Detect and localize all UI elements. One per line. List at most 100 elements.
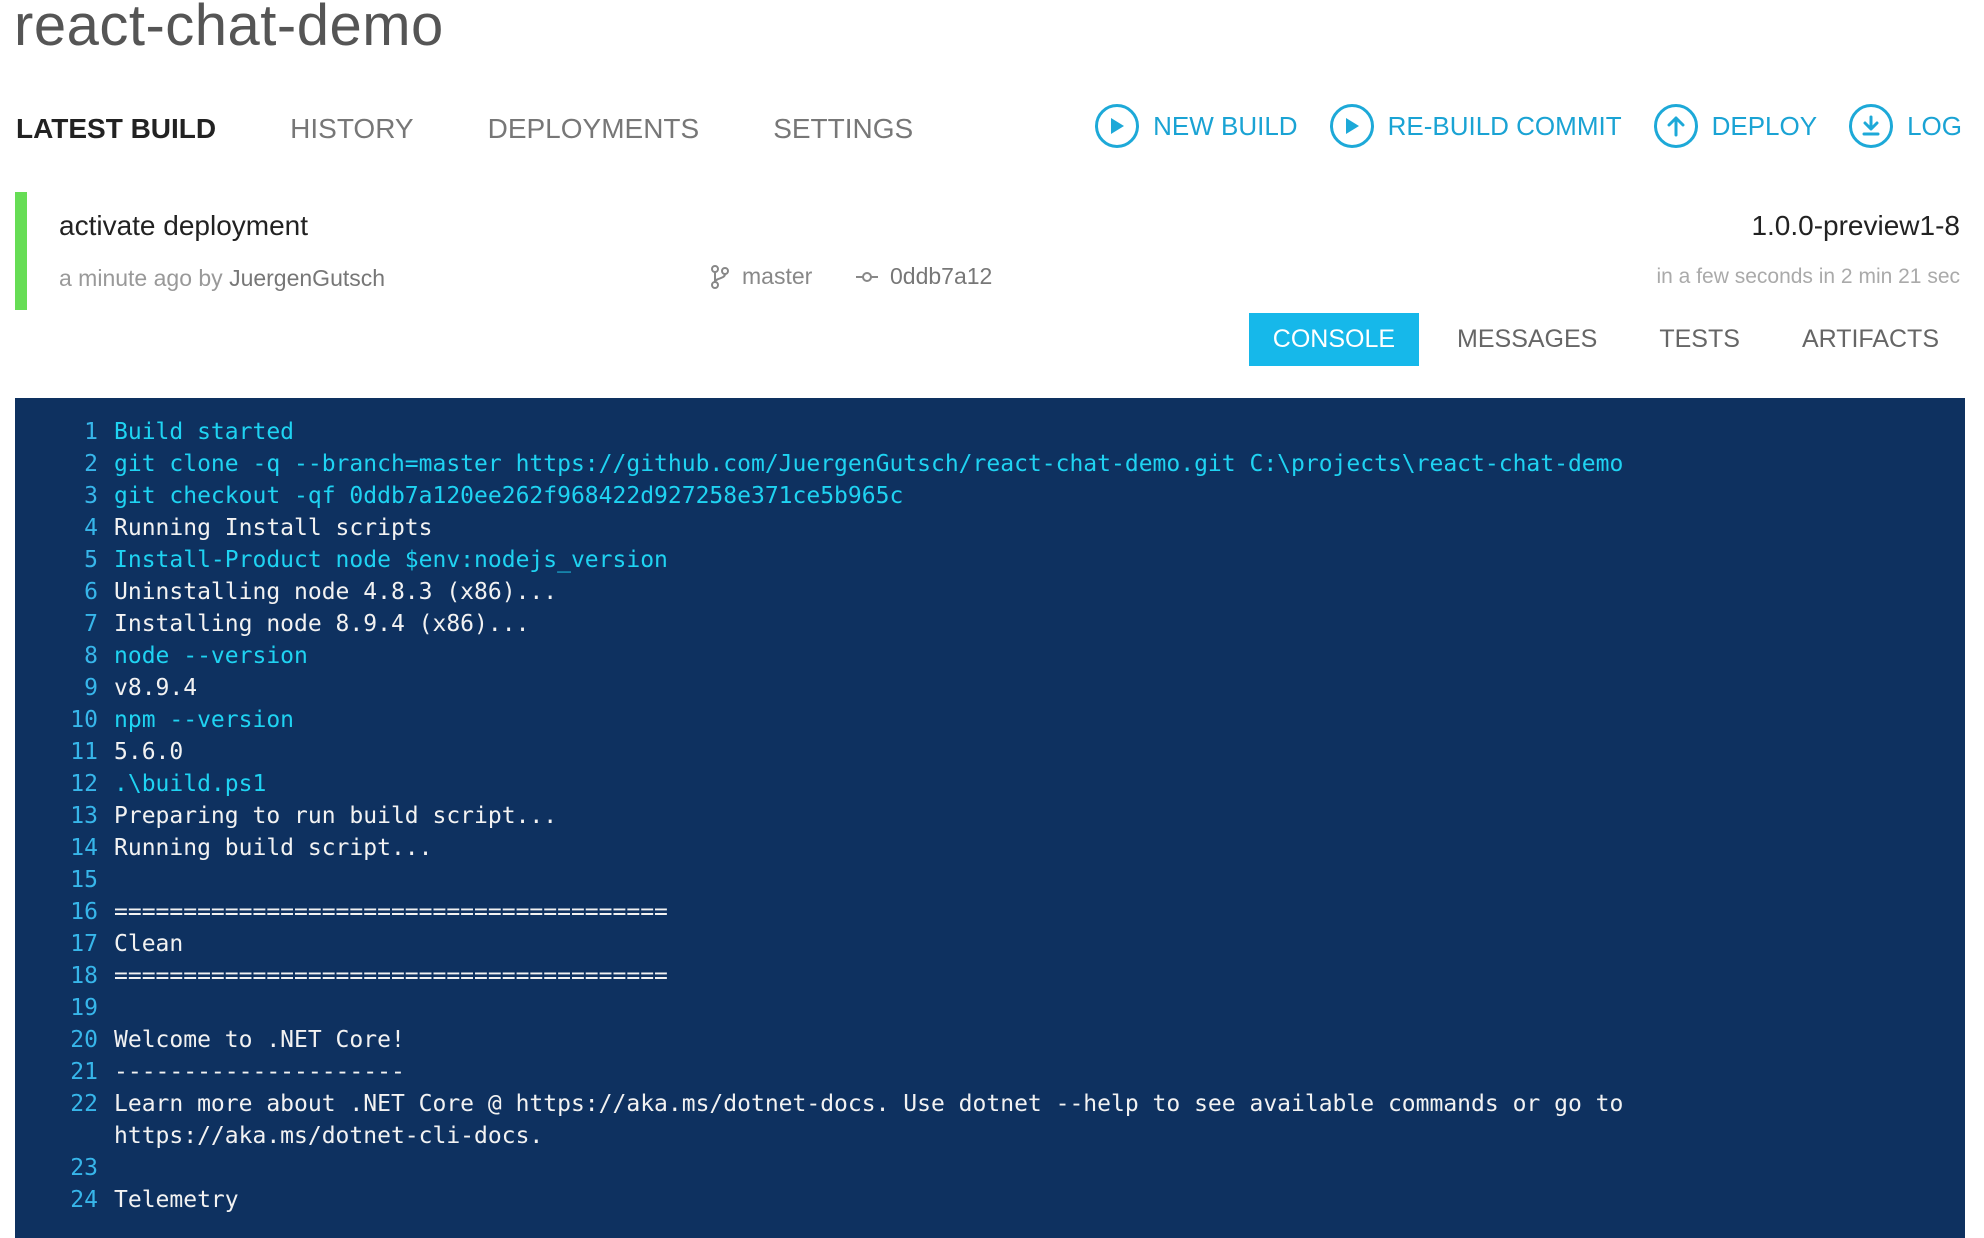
line-number[interactable]: 17	[15, 928, 114, 960]
line-text: Learn more about .NET Core @ https://aka…	[114, 1091, 1624, 1117]
line-number[interactable]: 12	[15, 768, 114, 800]
line-number[interactable]: 10	[15, 704, 114, 736]
commit-id: 0ddb7a12	[890, 263, 993, 289]
tab-console[interactable]: CONSOLE	[1248, 313, 1420, 366]
line-text: Running build script...	[114, 835, 433, 861]
line-number[interactable]: 14	[15, 832, 114, 864]
line-number[interactable]: 6	[15, 576, 114, 608]
line-number[interactable]: 11	[15, 736, 114, 768]
branch-icon	[711, 264, 729, 289]
build-author[interactable]: JuergenGutsch	[229, 265, 385, 291]
line-number[interactable]: 19	[15, 992, 114, 1024]
console-line: 7 Installing node 8.9.4 (x86)...	[15, 608, 1965, 640]
line-number[interactable]: 5	[15, 544, 114, 576]
tab-artifacts[interactable]: ARTIFACTS	[1778, 313, 1963, 366]
line-text: Installing node 8.9.4 (x86)...	[114, 611, 530, 637]
console-line: 21 ---------------------	[15, 1056, 1965, 1088]
line-text: git checkout -qf 0ddb7a120ee262f968422d9…	[114, 483, 904, 509]
console-line: 19	[15, 992, 1965, 1024]
console-line: 18 ======================================…	[15, 960, 1965, 992]
line-number[interactable]: 3	[15, 480, 114, 512]
line-text: ========================================	[114, 963, 668, 989]
console-line: 22 Learn more about .NET Core @ https://a…	[15, 1088, 1965, 1120]
build-duration: in a few seconds in 2 min 21 sec	[1656, 265, 1961, 288]
line-number[interactable]: 23	[15, 1152, 114, 1184]
commit-icon	[856, 271, 878, 282]
line-text: ========================================	[114, 899, 668, 925]
console-line: 6 Uninstalling node 4.8.3 (x86)...	[15, 576, 1965, 608]
build-actions: NEW BUILD RE-BUILD COMMIT DEPLOY LOG	[1063, 104, 1962, 148]
upload-circle-icon	[1653, 104, 1698, 148]
console-line: 14 Running build script...	[15, 832, 1965, 864]
line-number[interactable]: 20	[15, 1024, 114, 1056]
line-number[interactable]: 24	[15, 1184, 114, 1216]
commit-info[interactable]: 0ddb7a12	[856, 263, 992, 290]
line-text: Telemetry	[114, 1187, 239, 1213]
line-text: 5.6.0	[114, 739, 184, 765]
line-number[interactable]: 4	[15, 512, 114, 544]
console-line: 15	[15, 864, 1965, 896]
console-line: 5 Install-Product node $env:nodejs_versio…	[15, 544, 1965, 576]
tab-deployments[interactable]: DEPLOYMENTS	[488, 113, 700, 145]
line-number[interactable]: 8	[15, 640, 114, 672]
line-number[interactable]: 7	[15, 608, 114, 640]
console-line: 8 node --version	[15, 640, 1965, 672]
rebuild-commit-label: RE-BUILD COMMIT	[1387, 110, 1622, 141]
download-circle-icon	[1849, 104, 1894, 148]
line-text: Welcome to .NET Core!	[114, 1027, 405, 1053]
line-text: Uninstalling node 4.8.3 (x86)...	[114, 579, 558, 605]
console-line: 23	[15, 1152, 1965, 1184]
build-status-bar	[15, 192, 27, 310]
main-nav: LATEST BUILD HISTORY DEPLOYMENTS SETTING…	[16, 108, 987, 150]
line-number[interactable]: 22	[15, 1088, 114, 1120]
tab-tests[interactable]: TESTS	[1635, 313, 1764, 366]
project-title: react-chat-demo	[14, 0, 444, 58]
line-text: Build started	[114, 419, 295, 445]
line-text: v8.9.4	[114, 675, 198, 701]
line-text: https://aka.ms/dotnet-cli-docs.	[114, 1123, 544, 1149]
console-line: 17 Clean	[15, 928, 1965, 960]
line-number[interactable]: 18	[15, 960, 114, 992]
log-label: LOG	[1907, 110, 1962, 141]
build-subtabs: CONSOLE MESSAGES TESTS ARTIFACTS	[1235, 313, 1963, 366]
console-line: 13 Preparing to run build script...	[15, 800, 1965, 832]
deploy-button[interactable]: DEPLOY	[1653, 104, 1818, 148]
line-number[interactable]: 21	[15, 1056, 114, 1088]
console-output[interactable]: 1 Build started 2 git clone -q --branch=mas…	[15, 398, 1965, 1238]
line-number[interactable]: 16	[15, 896, 114, 928]
line-number[interactable]	[15, 1120, 114, 1152]
console-line: 10 npm --version	[15, 704, 1965, 736]
rebuild-commit-button[interactable]: RE-BUILD COMMIT	[1329, 104, 1622, 148]
tab-latest-build[interactable]: LATEST BUILD	[16, 113, 216, 145]
line-text: git clone -q --branch=master https://git…	[114, 451, 1624, 477]
console-line: 2 git clone -q --branch=master https://gi…	[15, 448, 1965, 480]
line-number[interactable]: 1	[15, 416, 114, 448]
console-line: 20 Welcome to .NET Core!	[15, 1024, 1965, 1056]
build-version: 1.0.0-preview1-8	[1751, 210, 1960, 241]
commit-message[interactable]: activate deployment	[59, 210, 308, 242]
line-number[interactable]: 13	[15, 800, 114, 832]
console-line: 16 ======================================…	[15, 896, 1965, 928]
line-text: Install-Product node $env:nodejs_version	[114, 547, 668, 573]
tab-history[interactable]: HISTORY	[290, 113, 413, 145]
line-text: .\build.ps1	[114, 771, 267, 797]
line-text: Preparing to run build script...	[114, 803, 558, 829]
new-build-button[interactable]: NEW BUILD	[1095, 104, 1298, 148]
console-line: 11 5.6.0	[15, 736, 1965, 768]
build-time: a minute ago by	[59, 265, 223, 291]
branch-info[interactable]: master	[710, 263, 812, 290]
line-number[interactable]: 2	[15, 448, 114, 480]
log-button[interactable]: LOG	[1849, 104, 1962, 148]
play-circle-icon	[1095, 104, 1140, 148]
deploy-label: DEPLOY	[1711, 110, 1818, 141]
line-text: node --version	[114, 643, 308, 669]
line-number[interactable]: 9	[15, 672, 114, 704]
tab-messages[interactable]: MESSAGES	[1433, 313, 1621, 366]
new-build-label: NEW BUILD	[1153, 110, 1298, 141]
line-number[interactable]: 15	[15, 864, 114, 896]
tab-settings[interactable]: SETTINGS	[773, 113, 913, 145]
console-line: 3 git checkout -qf 0ddb7a120ee262f968422d…	[15, 480, 1965, 512]
console-lines: 1 Build started 2 git clone -q --branch=mas…	[15, 416, 1965, 1216]
console-line: 4 Running Install scripts	[15, 512, 1965, 544]
line-text: Clean	[114, 931, 184, 957]
